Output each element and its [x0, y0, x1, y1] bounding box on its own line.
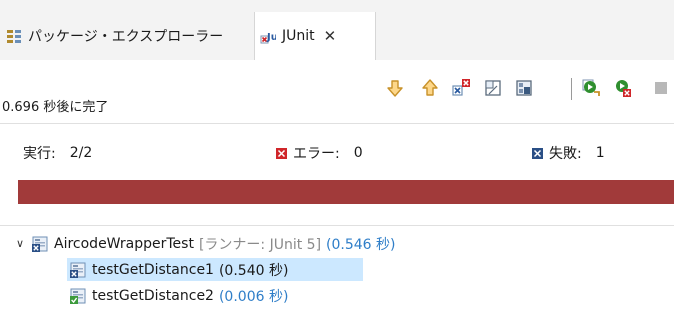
tab-junit[interactable]: Ju JUnit ✕ — [254, 12, 376, 60]
title-strip — [0, 0, 674, 12]
svg-text:Ju: Ju — [266, 32, 276, 43]
close-tab-button[interactable]: ✕ — [324, 27, 337, 45]
suite-runner: [ランナー: JUnit 5] — [198, 236, 322, 253]
next-failure-icon[interactable] — [385, 78, 405, 98]
package-explorer-icon — [7, 30, 21, 43]
previous-failure-icon[interactable] — [420, 78, 440, 98]
show-failures-only-icon[interactable] — [451, 78, 471, 98]
test-failed-icon — [70, 262, 86, 278]
tree-row-suite[interactable]: ∨ AircodeWrapperTest [ランナー: JUnit 5] (0.… — [14, 232, 396, 255]
runs-counter: 実行: 2/2 — [23, 143, 92, 163]
test-passed-icon — [70, 288, 86, 304]
tab-package-explorer-label: パッケージ・エクスプローラー — [28, 29, 224, 45]
show-skipped-only-icon[interactable] — [514, 78, 534, 98]
rerun-test-icon[interactable] — [581, 78, 601, 98]
suite-name: AircodeWrapperTest — [54, 235, 194, 252]
failure-icon — [532, 147, 543, 159]
test-time: (0.540 秒) — [218, 262, 289, 279]
failures-label: 失敗: — [549, 146, 582, 162]
tree-row-test[interactable]: testGetDistance2 (0.006 秒) — [67, 284, 288, 307]
error-icon — [276, 147, 287, 159]
rerun-failed-first-icon[interactable] — [613, 78, 633, 98]
junit-icon: Ju — [260, 32, 276, 44]
runs-value: 2/2 — [69, 145, 93, 161]
scroll-lock-icon[interactable] — [483, 78, 503, 98]
tab-package-explorer[interactable]: パッケージ・エクスプローラー — [0, 12, 254, 60]
test-time: (0.006 秒) — [218, 288, 289, 305]
stop-icon[interactable] — [652, 78, 672, 98]
toolbar-separator — [571, 78, 572, 100]
view-tab-bar: パッケージ・エクスプローラー Ju JUnit ✕ — [0, 12, 674, 60]
errors-label: エラー: — [293, 146, 340, 162]
test-name: testGetDistance1 — [92, 261, 214, 278]
test-progress-bar — [18, 180, 674, 204]
failures-value: 1 — [595, 145, 605, 161]
errors-counter: エラー: 0 — [276, 143, 363, 163]
chevron-down-icon[interactable]: ∨ — [14, 237, 26, 250]
runs-label: 実行: — [23, 146, 56, 162]
tree-row-test[interactable]: testGetDistance1 (0.540 秒) — [67, 258, 363, 281]
test-name: testGetDistance2 — [92, 287, 214, 304]
run-counters: 実行: 2/2 エラー: 0 失敗: 1 — [0, 143, 674, 163]
suite-time: (0.546 秒) — [326, 236, 396, 253]
divider — [0, 123, 674, 124]
errors-value: 0 — [353, 145, 363, 161]
test-suite-failed-icon — [32, 236, 48, 252]
tab-junit-label: JUnit — [282, 28, 315, 44]
failures-counter: 失敗: 1 — [532, 143, 605, 163]
run-status-text: 0.696 秒後に完了 — [2, 100, 109, 115]
divider — [0, 225, 674, 226]
